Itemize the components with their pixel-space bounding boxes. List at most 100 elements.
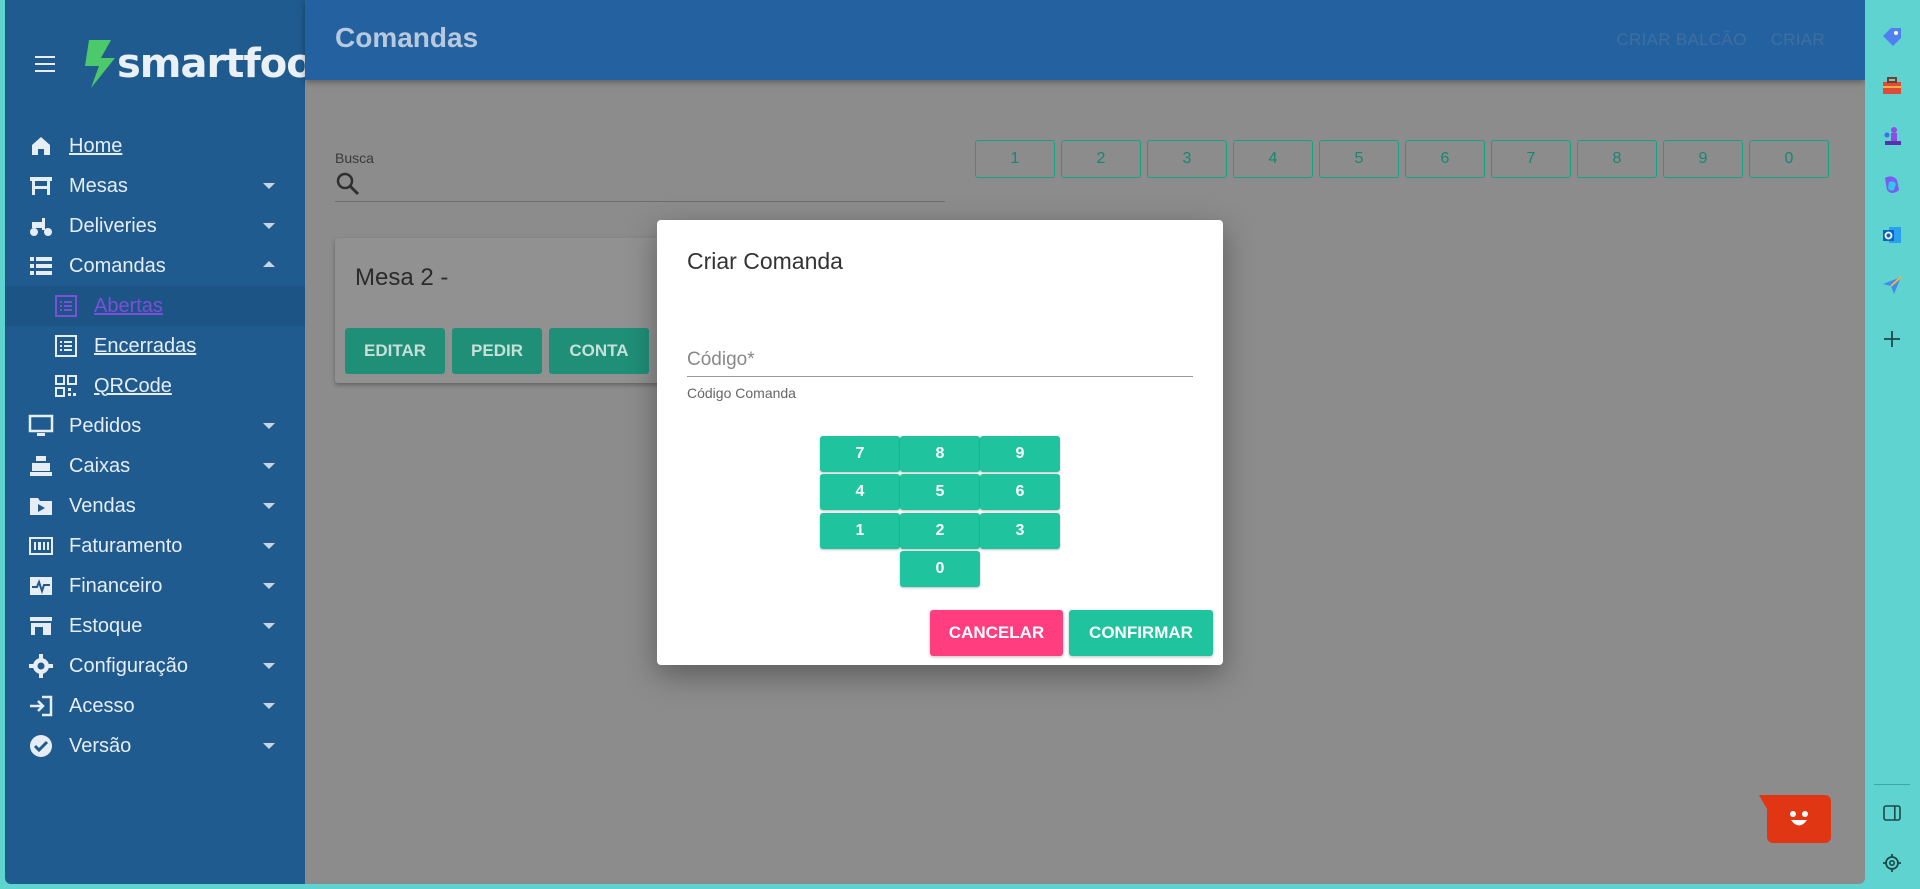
qrcode-icon — [52, 372, 80, 400]
chevron-down-icon — [263, 223, 275, 229]
sidebar-item-deliveries[interactable]: Deliveries — [5, 206, 305, 246]
tag-icon[interactable] — [1879, 24, 1905, 50]
list-icon — [27, 252, 55, 280]
sidebar-item-qrcode[interactable]: QRCode — [5, 366, 305, 406]
sidebar-item-abertas[interactable]: Abertas — [5, 286, 305, 326]
chevron-down-icon — [263, 423, 275, 429]
search-label: Busca — [335, 150, 374, 166]
cancel-button[interactable]: CANCELAR — [930, 610, 1063, 656]
play-folder-icon — [27, 492, 55, 520]
filter-number-button[interactable]: 0 — [1749, 140, 1829, 178]
keypad-key[interactable]: 5 — [900, 474, 980, 510]
chat-face-icon — [1790, 811, 1808, 826]
chevron-down-icon — [263, 583, 275, 589]
chevron-down-icon — [263, 743, 275, 749]
search-field[interactable]: Busca — [335, 150, 945, 202]
sidebar-item-versao[interactable]: Versão — [5, 726, 305, 766]
comanda-card: Mesa 2 - EDITAR PEDIR CONTA — [335, 238, 665, 383]
sidebar-item-comandas[interactable]: Comandas — [5, 246, 305, 286]
chat-widget-button[interactable] — [1767, 795, 1831, 843]
keypad-key[interactable]: 3 — [980, 513, 1060, 549]
filter-number-button[interactable]: 5 — [1319, 140, 1399, 178]
pulse-icon — [27, 572, 55, 600]
codigo-input[interactable] — [687, 345, 1193, 375]
filter-number-button[interactable]: 2 — [1061, 140, 1141, 178]
sidebar-item-vendas[interactable]: Vendas — [5, 486, 305, 526]
top-actions: CRIAR BALCÃO CRIAR — [1616, 30, 1825, 50]
keypad-key[interactable]: 6 — [980, 474, 1060, 510]
settings-icon[interactable] — [1879, 850, 1905, 876]
keypad-key[interactable]: 9 — [980, 436, 1060, 472]
criar-button[interactable]: CRIAR — [1771, 30, 1825, 50]
send-icon[interactable] — [1879, 272, 1905, 298]
chevron-down-icon — [263, 703, 275, 709]
sidebar-toggle-icon[interactable] — [1879, 800, 1905, 826]
chevron-up-icon — [263, 261, 275, 267]
copilot-icon[interactable] — [1879, 172, 1905, 198]
list-box-icon — [52, 292, 80, 320]
chevron-down-icon — [263, 543, 275, 549]
chevron-down-icon — [263, 503, 275, 509]
gear-icon — [27, 652, 55, 680]
confirm-button[interactable]: CONFIRMAR — [1069, 610, 1213, 656]
brand: smartfood — [35, 34, 341, 94]
keypad-key[interactable]: 7 — [820, 436, 900, 472]
sidebar-nav: Home Mesas Deliveries Comandas Abertas E… — [5, 126, 305, 766]
sidebar-item-mesas[interactable]: Mesas — [5, 166, 305, 206]
store-icon — [27, 612, 55, 640]
scooter-icon — [27, 212, 55, 240]
keypad-key[interactable]: 4 — [820, 474, 900, 510]
editar-button[interactable]: EDITAR — [345, 328, 445, 374]
verified-icon — [27, 732, 55, 760]
codigo-helper-text: Código Comanda — [687, 385, 796, 401]
rail-divider — [1874, 784, 1910, 785]
table-icon — [27, 172, 55, 200]
filter-number-button[interactable]: 7 — [1491, 140, 1571, 178]
chess-icon[interactable] — [1879, 123, 1905, 149]
filter-number-button[interactable]: 3 — [1147, 140, 1227, 178]
filter-number-button[interactable]: 6 — [1405, 140, 1485, 178]
sidebar-item-financeiro[interactable]: Financeiro — [5, 566, 305, 606]
sidebar-item-configuracao[interactable]: Configuração — [5, 646, 305, 686]
sidebar-item-encerradas[interactable]: Encerradas — [5, 326, 305, 366]
outlook-icon[interactable] — [1879, 222, 1905, 248]
bolt-logo-icon — [85, 40, 115, 88]
sidebar: smartfood Home Mesas Deliveries Comandas — [5, 0, 341, 884]
card-title: Mesa 2 - — [355, 264, 449, 291]
keypad-key[interactable]: 8 — [900, 436, 980, 472]
sidebar-item-acesso[interactable]: Acesso — [5, 686, 305, 726]
chevron-down-icon — [263, 663, 275, 669]
keypad-key[interactable]: 0 — [900, 551, 980, 587]
keypad-key[interactable]: 2 — [900, 513, 980, 549]
dialog-title: Criar Comanda — [687, 248, 843, 274]
sidebar-item-pedidos[interactable]: Pedidos — [5, 406, 305, 446]
sidebar-item-home[interactable]: Home — [5, 126, 305, 166]
conta-button[interactable]: CONTA — [549, 328, 649, 374]
sidebar-item-estoque[interactable]: Estoque — [5, 606, 305, 646]
search-icon — [336, 172, 360, 195]
cash-register-icon — [27, 452, 55, 480]
login-icon — [27, 692, 55, 720]
monitor-icon — [27, 412, 55, 440]
pedir-button[interactable]: PEDIR — [452, 328, 542, 374]
chevron-down-icon — [263, 183, 275, 189]
filter-number-button[interactable]: 9 — [1663, 140, 1743, 178]
top-bar: Comandas CRIAR BALCÃO CRIAR — [305, 0, 1865, 80]
chevron-down-icon — [263, 463, 275, 469]
sidebar-item-caixas[interactable]: Caixas — [5, 446, 305, 486]
app-window: smartfood Home Mesas Deliveries Comandas — [5, 0, 1865, 884]
list-box-icon — [52, 332, 80, 360]
filter-number-button[interactable]: 4 — [1233, 140, 1313, 178]
chevron-down-icon — [263, 623, 275, 629]
plus-icon[interactable] — [1879, 326, 1905, 352]
criar-balcao-button[interactable]: CRIAR BALCÃO — [1616, 30, 1746, 50]
menu-icon[interactable] — [35, 49, 65, 79]
home-icon — [27, 132, 55, 160]
filter-number-button[interactable]: 1 — [975, 140, 1055, 178]
filter-number-button[interactable]: 8 — [1577, 140, 1657, 178]
toolbox-icon[interactable] — [1879, 73, 1905, 99]
criar-comanda-dialog: Criar Comanda Código Comanda 7 8 9 4 5 6… — [657, 220, 1223, 665]
keypad-key[interactable]: 1 — [820, 513, 900, 549]
logo[interactable]: smartfood — [81, 38, 341, 90]
sidebar-item-faturamento[interactable]: Faturamento — [5, 526, 305, 566]
